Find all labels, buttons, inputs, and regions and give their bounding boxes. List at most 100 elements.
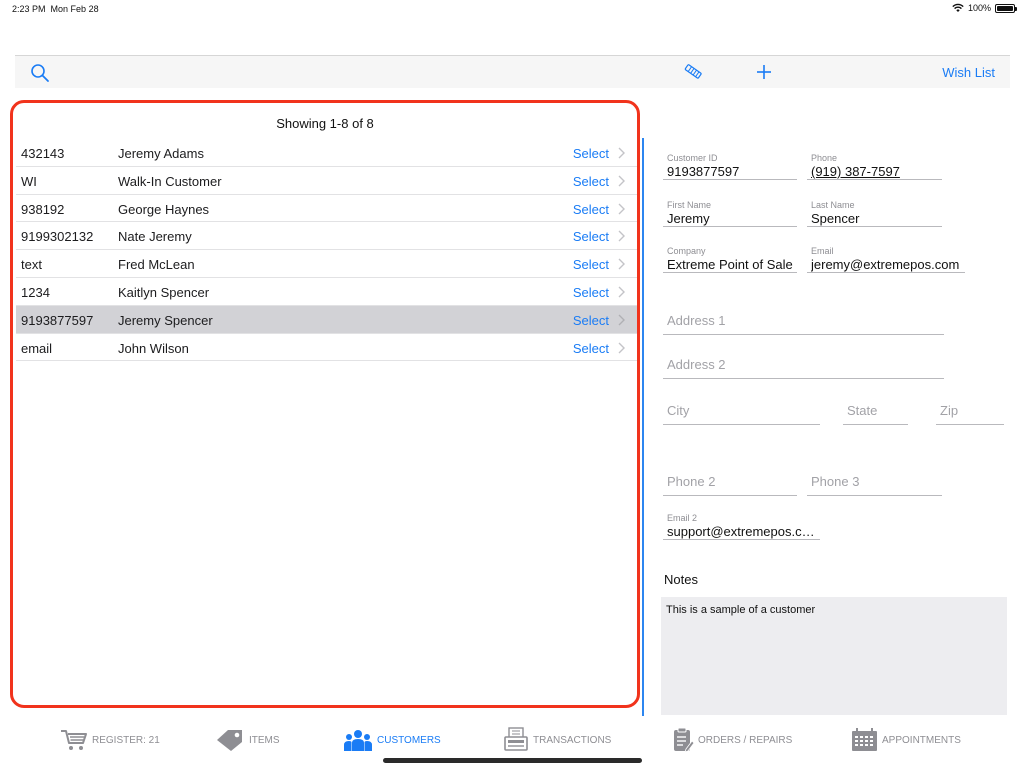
select-button[interactable]: Select (573, 313, 609, 328)
tab-transactions[interactable]: TRANSACTIONS (503, 726, 611, 754)
company-label: Company (667, 246, 706, 256)
battery-percent: 100% (967, 3, 991, 13)
table-row-selected[interactable]: 9193877597 Jeremy Spencer Select (16, 305, 637, 334)
customer-name-cell: Walk-In Customer (118, 173, 222, 189)
table-row[interactable]: 9199302132 Nate Jeremy Select (16, 222, 637, 251)
table-row[interactable]: 938192 George Haynes Select (16, 195, 637, 223)
battery-fill (997, 5, 1013, 11)
customer-name-cell: Jeremy Spencer (118, 312, 213, 328)
table-row[interactable]: WI Walk-In Customer Select (16, 167, 637, 195)
city-placeholder: City (667, 403, 690, 418)
select-button[interactable]: Select (573, 202, 609, 217)
customer-id-cell: 9199302132 (21, 229, 94, 245)
customer-id-cell: text (21, 257, 42, 273)
phone-label: Phone (811, 153, 838, 163)
cart-icon (61, 730, 87, 750)
tab-appointments[interactable]: APPOINTMENTS (851, 726, 961, 754)
status-bar: 2:23 PM Mon Feb 28 100% (0, 0, 1025, 20)
tab-items-label: ITEMS (249, 734, 280, 746)
first-name-field[interactable]: First Name Jeremy (663, 200, 797, 227)
customer-id-cell: 9193877597 (21, 312, 94, 328)
select-button[interactable]: Select (573, 229, 609, 244)
people-icon (344, 730, 372, 751)
tab-register[interactable]: REGISTER: 21 (60, 726, 160, 754)
tag-icon (217, 730, 242, 751)
panel-divider (642, 138, 644, 716)
select-button[interactable]: Select (573, 341, 609, 356)
tab-items[interactable]: ITEMS (215, 726, 280, 754)
first-name-label: First Name (667, 200, 712, 210)
customer-name-cell: Fred McLean (118, 257, 195, 273)
phone2-field[interactable]: Phone 2 (663, 470, 797, 496)
email2-field[interactable]: Email 2 support@extremepos.com (663, 513, 820, 540)
customer-name-cell: George Haynes (118, 201, 210, 217)
chevron-right-icon (618, 286, 625, 298)
address1-placeholder: Address 1 (667, 313, 726, 328)
customer-id-cell: 1234 (21, 284, 50, 300)
status-date: Mon Feb 28 (50, 4, 99, 14)
select-button[interactable]: Select (573, 285, 609, 300)
pencil-icon[interactable] (683, 62, 705, 82)
tab-orders-repairs-label: ORDERS / REPAIRS (698, 734, 793, 746)
customer-name-cell: Nate Jeremy (118, 229, 192, 245)
table-row[interactable]: email John Wilson Select (16, 334, 637, 362)
list-count-header: Showing 1-8 of 8 (276, 116, 374, 131)
email-field[interactable]: Email jeremy@extremepos.com (807, 246, 965, 273)
email-label: Email (811, 246, 834, 256)
tab-customers-label: CUSTOMERS (377, 734, 441, 746)
phone2-placeholder: Phone 2 (667, 474, 716, 489)
customer-name-cell: Jeremy Adams (118, 146, 204, 161)
chevron-right-icon (618, 230, 625, 242)
company-field[interactable]: Company Extreme Point of Sale (663, 246, 797, 273)
table-row[interactable]: 1234 Kaitlyn Spencer Select (16, 278, 637, 306)
last-name-field[interactable]: Last Name Spencer (807, 200, 942, 227)
phone3-field[interactable]: Phone 3 (807, 470, 942, 496)
battery-icon (995, 3, 1017, 13)
select-button[interactable]: Select (573, 174, 609, 189)
customer-id-field[interactable]: Customer ID 9193877597 (663, 153, 797, 180)
customer-id-cell: 938192 (21, 201, 65, 217)
table-row[interactable]: text Fred McLean Select (16, 250, 637, 278)
last-name-value: Spencer (811, 211, 860, 226)
zip-field[interactable]: Zip (936, 399, 1004, 425)
tab-customers[interactable]: CUSTOMERS (343, 726, 441, 754)
customer-id-label: Customer ID (667, 153, 718, 163)
tab-orders-repairs[interactable]: ORDERS / REPAIRS (672, 726, 792, 754)
home-indicator[interactable] (383, 758, 642, 763)
first-name-value: Jeremy (667, 211, 710, 226)
zip-placeholder: Zip (940, 403, 959, 418)
tab-register-label: REGISTER: 21 (92, 734, 160, 746)
add-customer-button[interactable] (753, 61, 775, 83)
tab-transactions-label: TRANSACTIONS (533, 734, 612, 746)
receipt-icon (504, 727, 528, 751)
state-field[interactable]: State (843, 399, 908, 425)
select-button[interactable]: Select (573, 146, 609, 161)
notes-label: Notes (664, 572, 698, 587)
notes-textarea[interactable]: This is a sample of a customer (661, 597, 1007, 715)
city-field[interactable]: City (663, 399, 820, 425)
phone-field[interactable]: Phone (919) 387-7597 (807, 153, 942, 180)
customer-id-cell: 432143 (21, 146, 65, 161)
select-button[interactable]: Select (573, 257, 609, 272)
search-icon[interactable] (30, 63, 50, 83)
state-placeholder: State (847, 403, 878, 418)
chevron-right-icon (618, 258, 625, 270)
wifi-icon (952, 3, 964, 12)
status-right: 100% (952, 3, 1017, 13)
phone-value: (919) 387-7597 (811, 164, 900, 179)
chevron-right-icon (618, 175, 625, 187)
address2-field[interactable]: Address 2 (663, 353, 944, 379)
customer-list-panel: Showing 1-8 of 8 432143 Jeremy Adams Selec… (10, 100, 640, 708)
chevron-right-icon (618, 314, 625, 326)
table-row[interactable]: 432143 Jeremy Adams Select (16, 139, 637, 167)
clipboard-icon (674, 727, 694, 753)
wish-list-button[interactable]: Wish List (942, 65, 995, 80)
customer-id-value: 9193877597 (667, 164, 740, 179)
email2-value: support@extremepos.com (667, 524, 818, 539)
calendar-icon (852, 728, 877, 751)
customer-id-cell: email (21, 340, 53, 356)
address1-field[interactable]: Address 1 (663, 309, 944, 335)
address2-placeholder: Address 2 (667, 357, 726, 372)
tab-appointments-label: APPOINTMENTS (882, 734, 961, 746)
chevron-right-icon (618, 203, 625, 215)
